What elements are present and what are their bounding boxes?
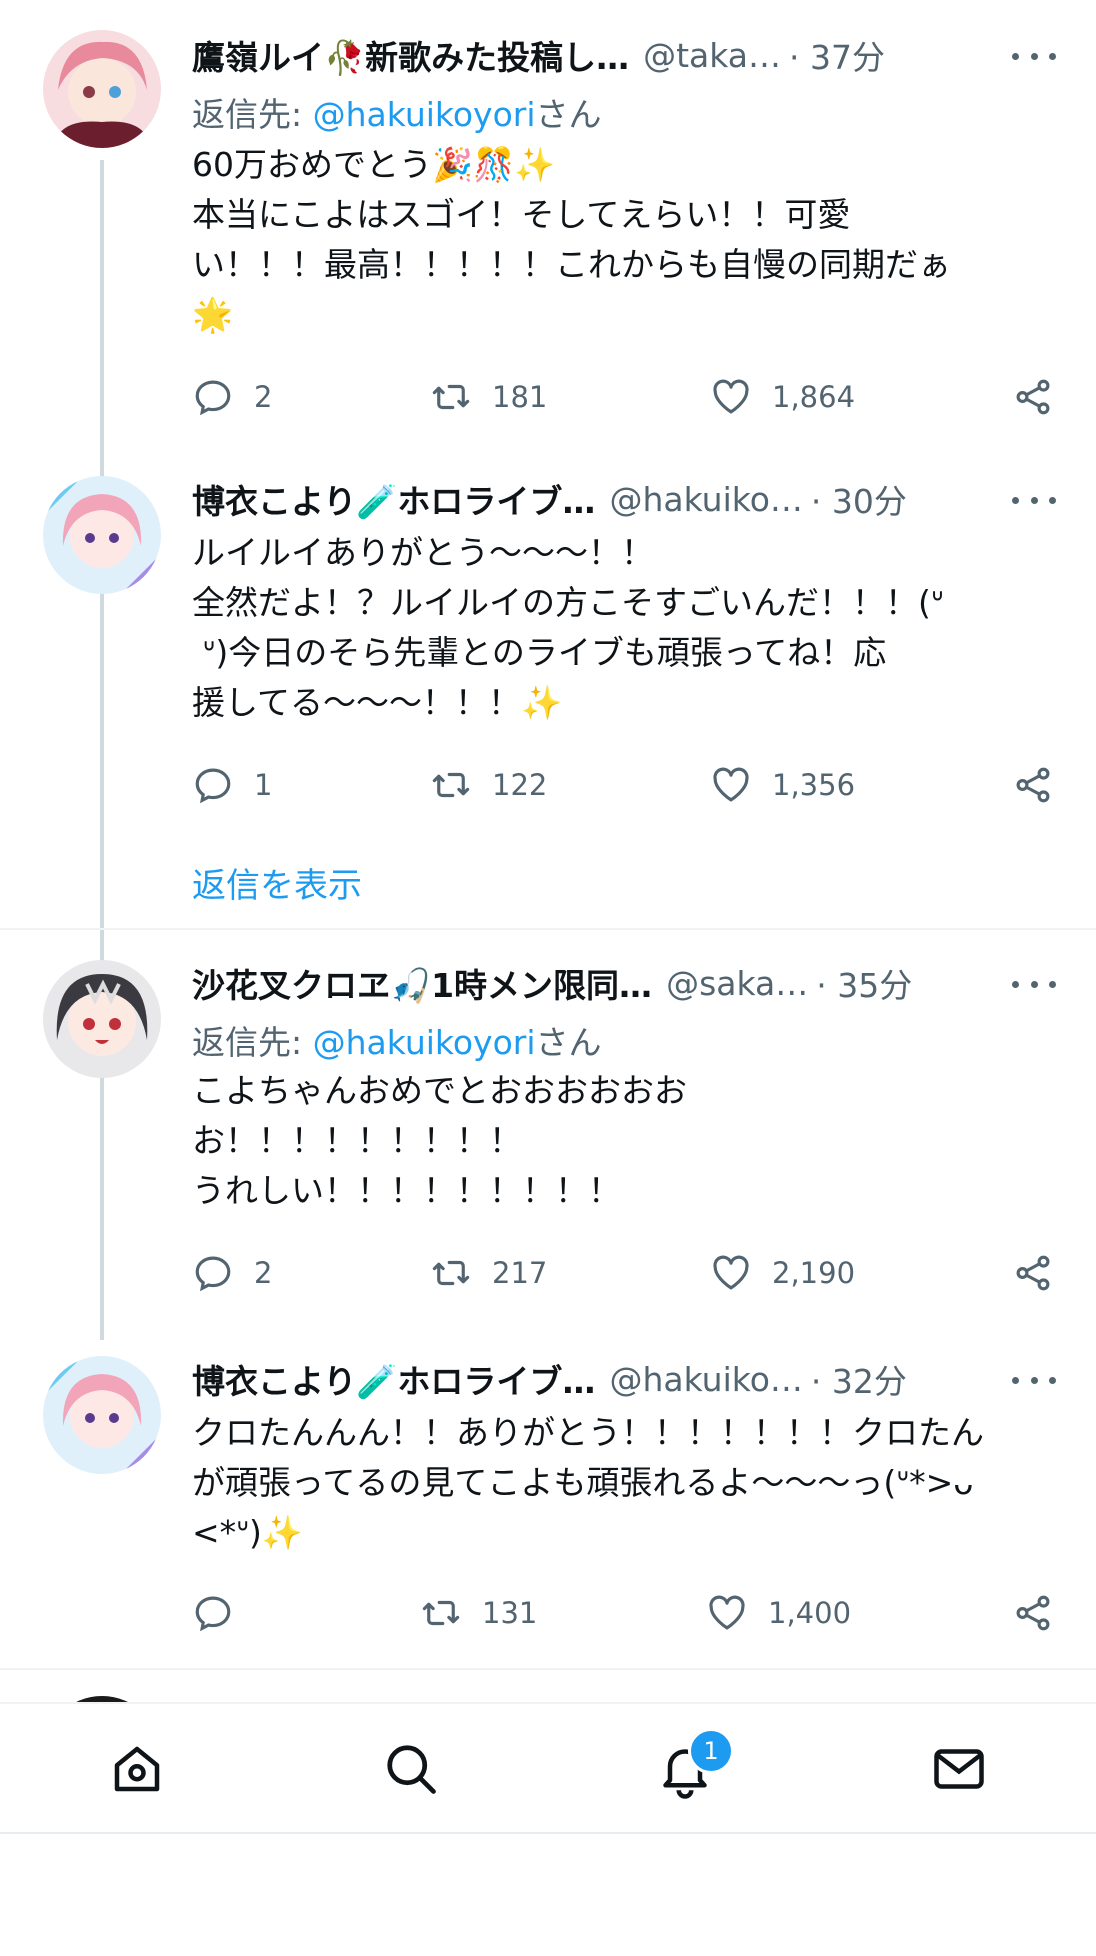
bottom-nav: 1 [0,1702,1096,1834]
tweet-text: クロたんんん！！ありがとう！！！！！！！クロたん が頑張ってるの見てこよも頑張れ… [192,1413,984,1552]
reply-icon [195,768,231,804]
user-handle[interactable]: @taka… [643,36,781,75]
reply-button[interactable]: 2 [192,372,272,422]
reply-mention[interactable]: @hakuikoyori [313,1023,536,1062]
nav-notifications[interactable]: 1 [640,1724,734,1814]
reply-icon [195,1256,231,1292]
heart-icon [713,1255,749,1290]
share-icon [1016,1255,1050,1291]
timestamp[interactable]: · 30分 [811,475,907,523]
reply-icon [195,1596,231,1632]
like-button[interactable]: 2,190 [710,1248,855,1298]
retweet-button[interactable]: 181 [430,372,547,422]
retweet-count: 217 [492,1256,548,1290]
divider [0,928,1096,930]
more-icon[interactable] [1012,964,1056,1004]
user-handle[interactable]: @hakuiko… [609,480,802,519]
reply-button[interactable]: 2 [192,1248,272,1298]
reply-prefix: 返信先: [192,1023,313,1062]
more-icon[interactable] [1012,36,1056,76]
search-icon [387,1745,436,1794]
timestamp[interactable]: · 37分 [789,31,885,79]
reply-button[interactable] [192,1588,254,1638]
tweet-text: ルイルイありがとう〜〜〜！！ 全然だよ！？ルイルイの方こそすごいんだ！！！(ᐡ … [192,533,944,722]
share-icon [1016,1595,1050,1631]
tweet-text: こよちゃんおめでとおおおおおお お！！！！！！！！！ うれしい！！！！！！！！！ [192,1071,687,1210]
like-button[interactable]: 1,400 [706,1588,851,1638]
avatar[interactable] [43,476,161,594]
user-handle[interactable]: @saka… [666,964,808,1003]
like-count: 1,864 [772,380,856,414]
share-button[interactable] [1012,760,1054,810]
thread-dots [100,860,104,902]
mail-icon [934,1749,984,1789]
share-button[interactable] [1012,1248,1054,1298]
retweet-icon [432,1260,470,1286]
avatar[interactable] [43,960,161,1078]
tweet-actions: 1 122 1,356 [192,760,1054,810]
heart-icon [713,379,749,414]
reply-to: 返信先: @hakuikoyoriさん [192,88,602,136]
reply-prefix: 返信先: [192,95,313,134]
tweet-actions: 2 181 1,864 [192,372,1054,422]
retweet-button[interactable]: 131 [420,1588,537,1638]
retweet-count: 131 [482,1596,538,1630]
avatar[interactable] [43,30,161,148]
retweet-count: 122 [492,768,548,802]
retweet-icon [432,384,470,410]
display-name[interactable]: 博衣こより🧪ホロライブ… [192,475,595,523]
tweet-actions: 131 1,400 [192,1588,1054,1638]
reply-count: 2 [254,380,273,414]
reply-suffix: さん [535,1023,602,1062]
like-button[interactable]: 1,864 [710,372,855,422]
divider [0,1668,1096,1670]
tweet-actions: 2 217 2,190 [192,1248,1054,1298]
home-icon [114,1746,160,1792]
notification-badge: 1 [688,1728,734,1774]
reply-icon [195,380,231,416]
nav-search[interactable] [366,1724,456,1814]
retweet-icon [432,772,470,798]
show-replies-link[interactable]: 返信を表示 [192,858,362,907]
tweet-text: 60万おめでとう🎉🎊✨ 本当にこよはスゴイ！そしてえらい！！可愛 い！！！最高！… [192,145,951,334]
more-icon[interactable] [1012,480,1056,520]
retweet-button[interactable]: 217 [430,1248,547,1298]
like-button[interactable]: 1,356 [710,760,855,810]
heart-icon [709,1595,745,1630]
share-button[interactable] [1012,1588,1054,1638]
like-count: 2,190 [772,1256,856,1290]
reply-button[interactable]: 1 [192,760,272,810]
like-count: 1,400 [768,1596,852,1630]
timestamp[interactable]: · 35分 [816,959,912,1007]
reply-to: 返信先: @hakuikoyoriさん [192,1016,602,1064]
reply-mention[interactable]: @hakuikoyori [313,95,536,134]
display-name[interactable]: 沙花叉クロヱ🎣1時メン限同… [192,959,652,1007]
like-count: 1,356 [772,768,856,802]
share-icon [1016,767,1050,803]
reply-count: 1 [254,768,273,802]
reply-count: 2 [254,1256,273,1290]
reply-suffix: さん [535,95,602,134]
display-name[interactable]: 博衣こより🧪ホロライブ… [192,1355,595,1403]
retweet-icon [422,1600,460,1626]
display-name[interactable]: 鷹嶺ルイ🥀新歌みた投稿し… [192,31,629,79]
thread-line [100,1082,104,1340]
more-icon[interactable] [1012,1360,1056,1400]
user-handle[interactable]: @hakuiko… [609,1360,802,1399]
retweet-count: 181 [492,380,548,414]
avatar[interactable] [43,1356,161,1474]
nav-home[interactable] [92,1724,182,1814]
share-button[interactable] [1012,372,1054,422]
nav-messages[interactable] [914,1724,1004,1814]
retweet-button[interactable]: 122 [430,760,547,810]
share-icon [1016,379,1050,415]
heart-icon [713,767,749,802]
timestamp[interactable]: · 32分 [811,1355,907,1403]
